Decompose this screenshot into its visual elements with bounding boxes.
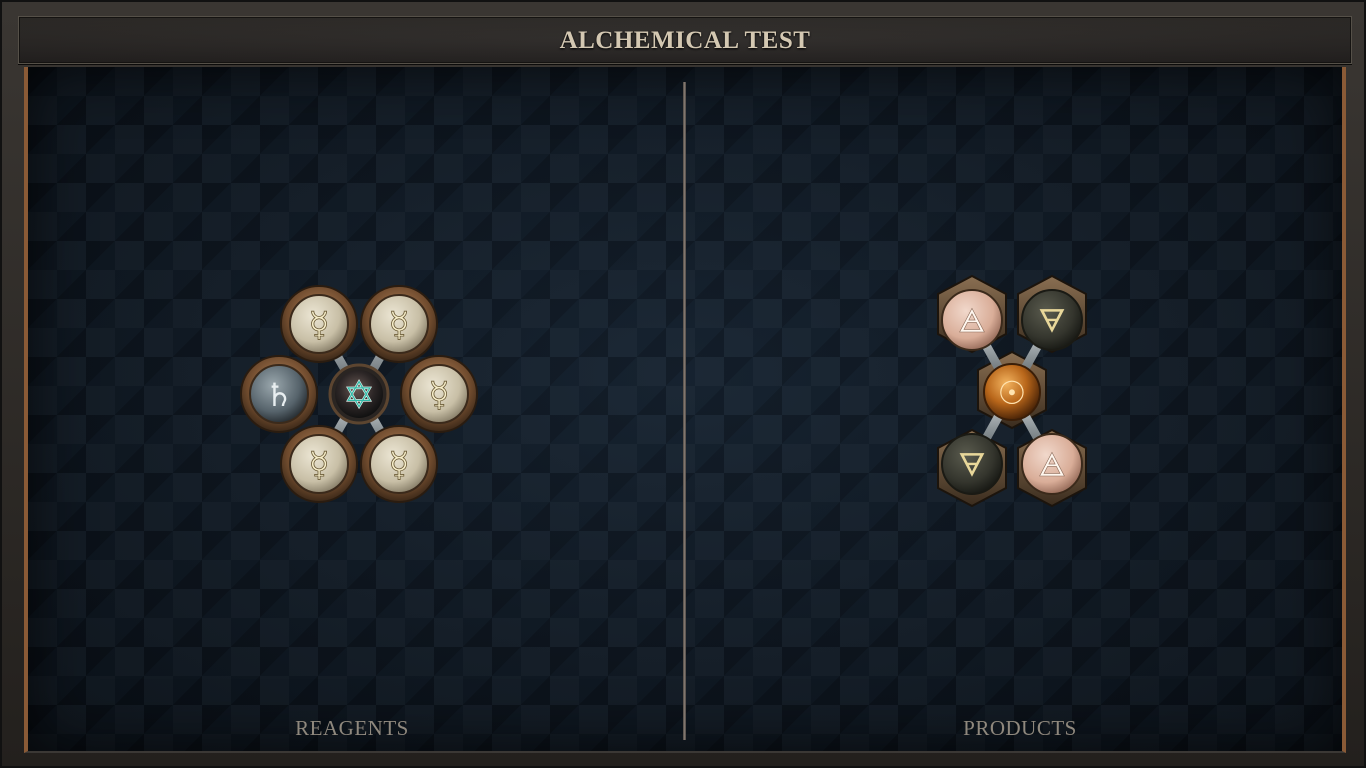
reagent-atom-6[interactable]: ☿ (369, 434, 429, 494)
reagents-label: REAGENTS (295, 716, 409, 740)
page-title: ALCHEMICAL TEST (559, 27, 811, 54)
product-atom-1[interactable]: 🜁 (941, 289, 1003, 351)
quicksilver-icon: ☿ (309, 305, 330, 345)
reagent-atom-2[interactable]: ☿ (369, 294, 429, 354)
panel-divider (683, 82, 686, 740)
air-icon: 🜁 (958, 302, 986, 340)
product-center-atom[interactable]: ☉ (983, 363, 1041, 421)
gold-icon: ☉ (998, 374, 1027, 412)
reagent-atom-3[interactable]: ♄ (249, 364, 309, 424)
reagent-atom-4[interactable]: ☿ (409, 364, 469, 424)
reagent-center-atom[interactable]: ✡ (328, 363, 390, 425)
title-bar: ALCHEMICAL TEST (18, 16, 1352, 64)
quicksilver-icon: ☿ (429, 375, 450, 415)
quicksilver-icon: ☿ (389, 445, 410, 485)
product-atom-4[interactable]: 🜁 (1021, 433, 1083, 495)
quicksilver-icon: ☿ (309, 445, 330, 485)
game-frame: ALCHEMICAL TEST ☿ ☿ ♄ ☿ ☿ ☿ ✡ 🜁 🜃 🜃 🜁 ☉ … (0, 0, 1366, 768)
reagents-molecule: ☿ ☿ ♄ ☿ ☿ ☿ ✡ (232, 278, 486, 510)
products-molecule: 🜁 🜃 🜃 🜁 ☉ (924, 272, 1100, 514)
quicksilver-icon: ☿ (389, 305, 410, 345)
reagent-atom-1[interactable]: ☿ (289, 294, 349, 354)
products-label: PRODUCTS (963, 716, 1077, 740)
air-icon: 🜁 (1038, 446, 1066, 484)
product-atom-2[interactable]: 🜃 (1021, 289, 1083, 351)
vitae-star-icon: ✡ (343, 373, 375, 417)
reagent-atom-5[interactable]: ☿ (289, 434, 349, 494)
earth-icon: 🜃 (1038, 302, 1066, 340)
earth-icon: 🜃 (958, 446, 986, 484)
lead-icon: ♄ (265, 376, 294, 414)
product-atom-3[interactable]: 🜃 (941, 433, 1003, 495)
